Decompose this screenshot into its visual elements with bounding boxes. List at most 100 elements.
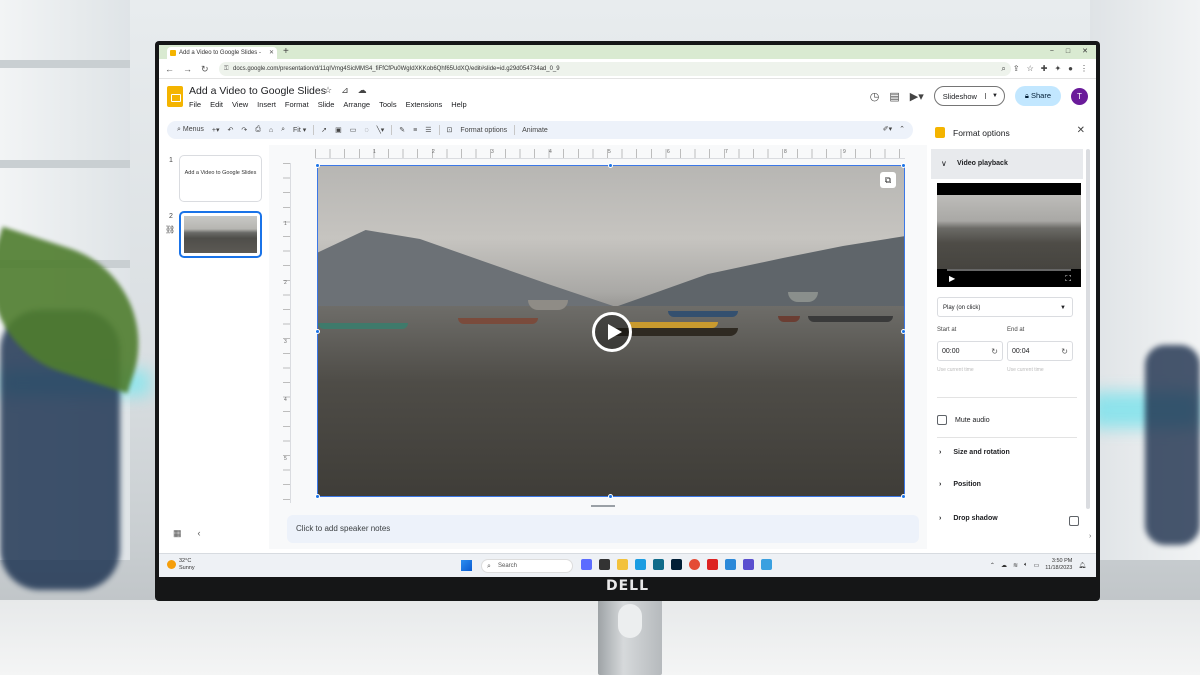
menu-tools[interactable]: Tools	[379, 100, 397, 109]
refresh-icon[interactable]: ↻	[1061, 342, 1068, 362]
extensions-puzzle-icon[interactable]: ✦	[1054, 63, 1061, 75]
border-color-icon[interactable]: ✎	[395, 126, 409, 134]
discord-icon[interactable]	[743, 559, 754, 570]
slideshow-button[interactable]: Slideshow ▼	[933, 86, 1005, 106]
resize-handle[interactable]	[315, 163, 320, 168]
profile-icon[interactable]: ●	[1068, 63, 1073, 75]
zoom-select[interactable]: Fit ▾	[289, 126, 310, 134]
resize-handle[interactable]	[901, 494, 906, 499]
forward-icon[interactable]: →	[183, 63, 192, 75]
menu-insert[interactable]: Insert	[257, 100, 276, 109]
move-folder-icon[interactable]: ⊿	[341, 85, 349, 96]
teams-icon[interactable]	[581, 559, 592, 570]
menu-arrange[interactable]: Arrange	[343, 100, 370, 109]
notes-resize-grip[interactable]	[591, 505, 615, 507]
play-mode-select[interactable]: Play (on click) ▼	[937, 297, 1073, 317]
line-icon[interactable]: ╲▾	[373, 126, 389, 134]
video-element[interactable]: ⧉	[317, 165, 905, 497]
shape-icon[interactable]: ◌	[360, 127, 372, 134]
undo-icon[interactable]: ↶	[224, 126, 238, 134]
zoom-app-icon[interactable]	[725, 559, 736, 570]
store-icon[interactable]	[653, 559, 664, 570]
close-tab-icon[interactable]: ✕	[269, 47, 274, 59]
cloud-status-icon[interactable]: ☁	[358, 85, 367, 96]
video-preview[interactable]: ▶ ⛶	[937, 183, 1081, 287]
select-cursor-icon[interactable]: ➚	[317, 126, 331, 134]
chrome-icon[interactable]	[689, 559, 700, 570]
video-playback-section[interactable]: ∨ Video playback	[931, 149, 1083, 179]
menu-view[interactable]: View	[232, 100, 248, 109]
end-time-input[interactable]: 00:04 ↻	[1007, 341, 1073, 361]
share-button[interactable]: 🔒︎ Share	[1014, 86, 1061, 106]
document-title[interactable]: Add a Video to Google Slides	[189, 85, 326, 97]
slides-logo-icon[interactable]	[167, 86, 183, 107]
browser-tab[interactable]: Add a Video to Google Slides - ✕	[167, 47, 277, 59]
new-slide-icon[interactable]: +▾	[208, 126, 224, 134]
minimize-icon[interactable]: −	[1050, 46, 1054, 58]
image-icon[interactable]: ▭	[346, 126, 361, 134]
paint-format-icon[interactable]: ⌂	[265, 127, 277, 134]
border-dash-icon[interactable]: ☰	[421, 126, 435, 134]
menu-slide[interactable]: Slide	[318, 100, 335, 109]
menu-file[interactable]: File	[189, 100, 201, 109]
notification-icon[interactable]: 🔔︎	[1078, 562, 1086, 569]
redo-icon[interactable]: ↷	[237, 126, 251, 134]
drop-shadow-section[interactable]: › Drop shadow	[939, 515, 998, 522]
mute-audio-row[interactable]: Mute audio	[937, 415, 990, 425]
video-progress-bar[interactable]	[947, 269, 1071, 271]
resize-handle[interactable]	[608, 494, 613, 499]
reload-icon[interactable]: ↻	[201, 63, 209, 75]
format-options-button[interactable]: Format options	[456, 127, 511, 134]
avatar[interactable]: T	[1071, 87, 1088, 105]
version-history-icon[interactable]: ◷	[870, 90, 880, 103]
chevron-down-icon[interactable]: ▼	[984, 93, 1004, 99]
star-icon[interactable]: ☆	[324, 85, 332, 96]
refresh-icon[interactable]: ↻	[991, 342, 998, 362]
clock[interactable]: 3:50 PM 11/18/2023	[1045, 558, 1072, 572]
browser-menu-icon[interactable]: ⋮	[1080, 63, 1088, 75]
extension-icon[interactable]: ✚	[1041, 63, 1048, 75]
taskbar-search[interactable]: Search	[481, 559, 573, 573]
tray-chevron-icon[interactable]: ⌃	[990, 562, 995, 569]
animate-button[interactable]: Animate	[518, 127, 552, 134]
slide-thumbnail-2[interactable]	[179, 211, 262, 258]
photoshop-icon[interactable]	[671, 559, 682, 570]
volume-icon[interactable]: 🔈︎	[1024, 562, 1028, 569]
print-icon[interactable]: ⎙	[251, 126, 265, 134]
resize-handle[interactable]	[315, 494, 320, 499]
resize-handle[interactable]	[608, 163, 613, 168]
preview-play-icon[interactable]: ▶	[949, 274, 955, 283]
mute-audio-checkbox[interactable]	[937, 415, 947, 425]
start-button-icon[interactable]	[461, 560, 472, 571]
menu-edit[interactable]: Edit	[210, 100, 223, 109]
start-time-input[interactable]: 00:00 ↻	[937, 341, 1003, 361]
alt-text-icon[interactable]: ⊡	[443, 126, 457, 134]
fullscreen-icon[interactable]: ⛶	[1065, 274, 1071, 284]
cloud-icon[interactable]: ☁	[1001, 562, 1007, 569]
site-info-icon[interactable]: ⚿	[224, 62, 229, 76]
text-box-icon[interactable]: ▣	[331, 126, 346, 134]
use-current-time-start[interactable]: Use current time	[937, 367, 974, 373]
bookmark-star-icon[interactable]: ☆	[1027, 63, 1034, 75]
search-menus-button[interactable]: ⌕ Menus	[173, 126, 208, 134]
use-current-time-end[interactable]: Use current time	[1007, 367, 1044, 373]
panel-scrollbar[interactable]	[1086, 149, 1090, 509]
grid-view-icon[interactable]: ▦	[173, 528, 182, 539]
task-view-icon[interactable]	[599, 559, 610, 570]
resize-handle[interactable]	[315, 329, 320, 334]
edge-icon[interactable]	[635, 559, 646, 570]
file-explorer-icon[interactable]	[617, 559, 628, 570]
slide-thumbnail-1[interactable]: Add a Video to Google Slides	[179, 155, 262, 202]
resize-handle[interactable]	[901, 163, 906, 168]
collapse-toolbar-icon[interactable]: ⌃	[899, 121, 905, 139]
close-icon[interactable]: ✕	[1077, 125, 1085, 136]
menu-extensions[interactable]: Extensions	[406, 100, 443, 109]
play-icon[interactable]	[592, 312, 632, 352]
battery-icon[interactable]: ▭	[1034, 562, 1040, 569]
acrobat-icon[interactable]	[707, 559, 718, 570]
new-tab-button[interactable]: +	[283, 46, 289, 58]
pen-tool-icon[interactable]: ✐▾	[883, 121, 892, 139]
menu-format[interactable]: Format	[285, 100, 309, 109]
side-panel-toggle-icon[interactable]: ›	[1089, 533, 1091, 540]
position-section[interactable]: › Position	[939, 481, 981, 488]
